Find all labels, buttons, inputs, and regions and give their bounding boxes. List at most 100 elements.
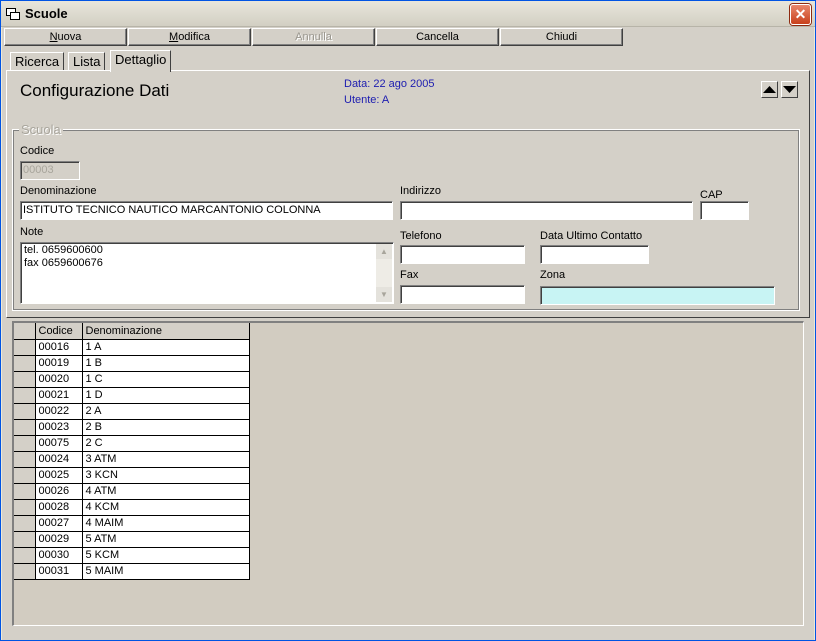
table-row[interactable]: 00031 5 MAIM [14, 563, 250, 580]
denominazione-cell[interactable]: 5 KCM [82, 547, 250, 564]
previous-record-button[interactable] [761, 81, 778, 98]
denominazione-cell[interactable]: 4 MAIM [82, 515, 250, 532]
codice-cell[interactable]: 00024 [35, 451, 83, 468]
denominazione-field[interactable]: ISTITUTO TECNICO NAUTICO MARCANTONIO COL… [20, 201, 393, 220]
denominazione-cell[interactable]: 1 A [82, 339, 250, 356]
denominazione-cell[interactable]: 3 KCN [82, 467, 250, 484]
app-icon [6, 8, 20, 20]
codice-cell[interactable]: 00023 [35, 419, 83, 436]
row-selector[interactable] [14, 387, 36, 404]
column-header-codice[interactable]: Codice [35, 323, 83, 340]
row-selector[interactable] [14, 435, 36, 452]
codice-cell[interactable]: 00020 [35, 371, 83, 388]
codice-cell[interactable]: 00022 [35, 403, 83, 420]
codice-cell[interactable]: 00075 [35, 435, 83, 452]
codice-field[interactable]: 00003 [20, 161, 80, 180]
denominazione-cell[interactable]: 2 C [82, 435, 250, 452]
row-selector[interactable] [14, 563, 36, 580]
close-button[interactable]: ✕ [790, 4, 811, 25]
denominazione-cell[interactable]: 5 MAIM [82, 563, 250, 580]
title-bar[interactable]: Scuole ✕ [1, 1, 815, 27]
codice-cell[interactable]: 00019 [35, 355, 83, 372]
table-row[interactable]: 00030 5 KCM [14, 547, 250, 564]
row-selector[interactable] [14, 483, 36, 500]
denominazione-cell[interactable]: 1 D [82, 387, 250, 404]
table-row[interactable]: 00019 1 B [14, 355, 250, 372]
table-row[interactable]: 00022 2 A [14, 403, 250, 420]
arrow-down-icon [783, 86, 796, 93]
codice-label: Codice [20, 145, 55, 157]
denominazione-cell[interactable]: 2 A [82, 403, 250, 420]
cap-field[interactable] [700, 201, 749, 220]
denominazione-cell[interactable]: 1 B [82, 355, 250, 372]
scroll-down-icon[interactable]: ▼ [376, 287, 392, 302]
table-row[interactable]: 00028 4 KCM [14, 499, 250, 516]
row-selector[interactable] [14, 515, 36, 532]
codice-cell[interactable]: 00021 [35, 387, 83, 404]
table-row[interactable]: 00023 2 B [14, 419, 250, 436]
row-selector[interactable] [14, 355, 36, 372]
row-selector[interactable] [14, 531, 36, 548]
row-selector[interactable] [14, 499, 36, 516]
column-header-denominazione[interactable]: Denominazione [82, 323, 250, 340]
table-row[interactable]: 00024 3 ATM [14, 451, 250, 468]
grid-body: 00016 1 A 00019 1 B 00020 1 C 00021 1 D 00022 2 A… [14, 339, 250, 580]
denominazione-cell[interactable]: 1 C [82, 371, 250, 388]
telefono-label: Telefono [400, 230, 442, 242]
undo-button[interactable]: Annulla [252, 28, 375, 46]
codice-cell[interactable]: 00027 [35, 515, 83, 532]
codice-cell[interactable]: 00026 [35, 483, 83, 500]
note-textarea[interactable]: tel. 0659600600 fax 0659600676 ▲ ▼ [20, 242, 394, 304]
row-selector[interactable] [14, 339, 36, 356]
fax-field[interactable] [400, 285, 525, 304]
table-row[interactable]: 00029 5 ATM [14, 531, 250, 548]
codice-cell[interactable]: 00025 [35, 467, 83, 484]
note-line: fax 0659600676 [24, 257, 103, 269]
scroll-up-icon[interactable]: ▲ [376, 244, 392, 259]
group-title: Scuola [19, 122, 63, 137]
next-record-button[interactable] [781, 81, 798, 98]
denominazione-cell[interactable]: 2 B [82, 419, 250, 436]
table-row[interactable]: 00026 4 ATM [14, 483, 250, 500]
codice-cell[interactable]: 00031 [35, 563, 83, 580]
zona-label: Zona [540, 269, 566, 281]
user-info: Utente: A [344, 94, 390, 106]
table-row[interactable]: 00016 1 A [14, 339, 250, 356]
denominazione-cell[interactable]: 5 ATM [82, 531, 250, 548]
zona-field[interactable] [540, 286, 775, 305]
row-selector[interactable] [14, 371, 36, 388]
tab-dettaglio[interactable]: Dettaglio [110, 50, 172, 72]
table-row[interactable]: 00020 1 C [14, 371, 250, 388]
close-form-button[interactable]: Chiudi [500, 28, 623, 46]
table-row[interactable]: 00021 1 D [14, 387, 250, 404]
row-selector[interactable] [14, 403, 36, 420]
table-row[interactable]: 00075 2 C [14, 435, 250, 452]
row-selector[interactable] [14, 547, 36, 564]
denominazione-cell[interactable]: 4 ATM [82, 483, 250, 500]
codice-cell[interactable]: 00016 [35, 339, 83, 356]
note-scrollbar[interactable]: ▲ ▼ [376, 244, 392, 302]
data-ultimo-contatto-field[interactable] [540, 245, 649, 264]
grid-header-row: Codice Denominazione [14, 323, 250, 340]
denominazione-cell[interactable]: 3 ATM [82, 451, 250, 468]
denominazione-label: Denominazione [20, 185, 97, 197]
new-button[interactable]: Nuova [4, 28, 127, 46]
table-row[interactable]: 00027 4 MAIM [14, 515, 250, 532]
indirizzo-label: Indirizzo [400, 185, 441, 197]
tab-lista[interactable]: Lista [68, 52, 106, 71]
telefono-field[interactable] [400, 245, 525, 264]
codice-cell[interactable]: 00029 [35, 531, 83, 548]
codice-cell[interactable]: 00028 [35, 499, 83, 516]
edit-button[interactable]: Modifica [128, 28, 251, 46]
denominazione-cell[interactable]: 4 KCM [82, 499, 250, 516]
row-selector[interactable] [14, 467, 36, 484]
delete-button[interactable]: Cancella [376, 28, 499, 46]
tab-ricerca[interactable]: Ricerca [10, 52, 65, 71]
window: Scuole ✕ Nuova Modifica Annulla Cancella… [0, 0, 816, 641]
classes-grid[interactable]: Codice Denominazione 00016 1 A 00019 1 B 000… [14, 323, 250, 580]
row-selector[interactable] [14, 419, 36, 436]
table-row[interactable]: 00025 3 KCN [14, 467, 250, 484]
indirizzo-field[interactable] [400, 201, 693, 220]
codice-cell[interactable]: 00030 [35, 547, 83, 564]
row-selector[interactable] [14, 451, 36, 468]
